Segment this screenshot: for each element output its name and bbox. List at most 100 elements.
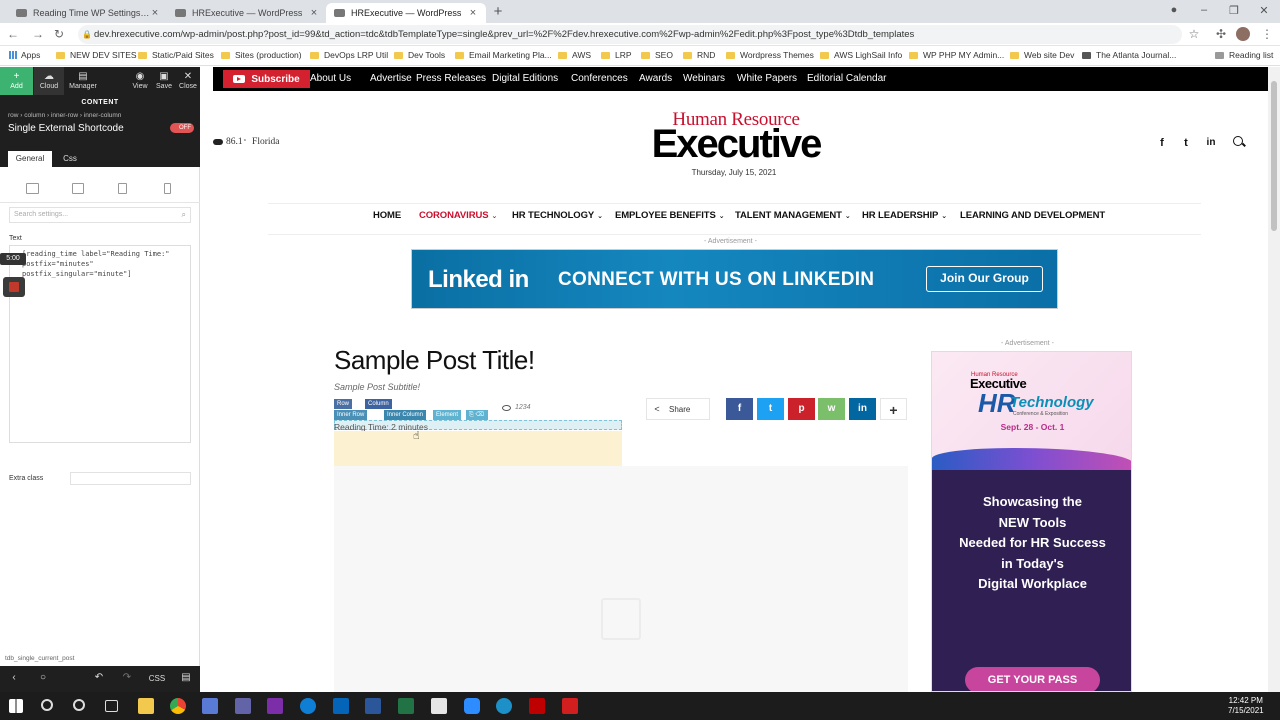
bookmark-item[interactable]: AWS LighSail Info xyxy=(820,50,902,60)
bookmark-item[interactable]: RND xyxy=(683,50,715,60)
maximize-window-button[interactable]: ❐ xyxy=(1224,4,1244,17)
tab-css[interactable]: Css xyxy=(60,151,80,167)
task-view-icon[interactable] xyxy=(105,700,118,712)
search-icon[interactable] xyxy=(1233,136,1245,148)
builder-tag-column[interactable]: Column xyxy=(365,399,392,409)
bookmark-apps[interactable]: Apps xyxy=(9,50,40,60)
bookmark-item[interactable]: Sites (production) xyxy=(221,50,302,60)
back-arrow-icon[interactable]: ← xyxy=(6,27,20,41)
post-subtitle[interactable]: Sample Post Subtitle! xyxy=(334,382,420,392)
profile-menu-icon[interactable]: ● xyxy=(1164,4,1184,16)
bookmark-item[interactable]: WP PHP MY Admin... xyxy=(909,50,1004,60)
browser-tab-reading-time[interactable]: Reading Time WP Settings › HRE × xyxy=(8,3,168,23)
minimize-window-button[interactable]: – xyxy=(1194,4,1214,16)
edge-icon[interactable] xyxy=(300,698,316,714)
menu-hr-leadership[interactable]: HR LEADERSHIP ⌄ xyxy=(862,210,947,221)
linkedin-icon[interactable]: in xyxy=(1203,137,1219,148)
top-link-awards[interactable]: Awards xyxy=(639,73,672,84)
phone-icon[interactable] xyxy=(164,183,171,194)
circle-icon[interactable]: ○ xyxy=(35,672,51,683)
share-linkedin-icon[interactable]: in xyxy=(849,398,876,420)
share-pinterest-icon[interactable]: p xyxy=(788,398,815,420)
menu-hr-technology[interactable]: HR TECHNOLOGY ⌄ xyxy=(512,210,603,221)
builder-tag-row[interactable]: Row xyxy=(334,399,353,409)
new-tab-button[interactable]: + xyxy=(490,3,506,20)
close-tab-icon[interactable]: × xyxy=(468,7,478,19)
bookmark-item[interactable]: The Atlanta Journal... xyxy=(1082,50,1176,60)
reload-icon[interactable]: ↻ xyxy=(52,27,66,41)
top-link-advertise[interactable]: Advertise xyxy=(370,73,412,84)
close-tab-icon[interactable]: × xyxy=(150,7,160,19)
reading-list[interactable]: Reading list xyxy=(1215,50,1273,60)
windows-start-icon[interactable] xyxy=(9,699,23,713)
bookmark-item[interactable]: Web site Dev xyxy=(1010,50,1074,60)
undo-icon[interactable]: ↶ xyxy=(91,672,107,683)
app-icon[interactable] xyxy=(202,698,218,714)
teams-icon[interactable] xyxy=(235,698,251,714)
top-link-conferences[interactable]: Conferences xyxy=(571,73,628,84)
top-link-about[interactable]: About Us xyxy=(310,73,351,84)
menu-learning-development[interactable]: LEARNING AND DEVELOPMENT xyxy=(960,210,1105,221)
word-icon[interactable] xyxy=(365,698,381,714)
element-breadcrumb[interactable]: row › column › inner-row › inner-column xyxy=(8,112,121,119)
top-link-white-papers[interactable]: White Papers xyxy=(737,73,797,84)
cortana-icon[interactable] xyxy=(73,699,85,711)
bookmark-item[interactable]: Dev Tools xyxy=(394,50,445,60)
browser-tab-hrexecutive-1[interactable]: HRExecutive — WordPress × xyxy=(167,3,327,23)
menu-employee-benefits[interactable]: EMPLOYEE BENEFITS ⌄ xyxy=(615,210,725,221)
shortcode-textarea[interactable]: [reading_time label="Reading Time:" post… xyxy=(9,245,191,443)
builder-tag-inner-row[interactable]: Inner Row xyxy=(334,410,368,420)
chevron-left-icon[interactable]: ‹ xyxy=(6,672,22,683)
top-link-digital-editions[interactable]: Digital Editions xyxy=(492,73,558,84)
builder-tag-element[interactable]: Element xyxy=(433,410,462,420)
hr-technology-sidebar-ad[interactable]: Human Resource Executive HR Technology C… xyxy=(931,351,1132,692)
top-link-editorial-calendar[interactable]: Editorial Calendar xyxy=(807,73,887,84)
share-label-button[interactable]: < Share xyxy=(646,398,710,420)
chrome-icon[interactable] xyxy=(170,698,186,714)
facebook-icon[interactable]: f xyxy=(1155,137,1169,149)
bookmark-item[interactable]: Email Marketing Pla... xyxy=(455,50,552,60)
close-button[interactable]: ✕ Close xyxy=(173,71,203,90)
cloud-library-button[interactable]: ☁ Cloud xyxy=(34,67,64,95)
tab-general[interactable]: General xyxy=(8,151,52,167)
scrollbar-thumb[interactable] xyxy=(1271,81,1277,231)
share-twitter-icon[interactable]: t xyxy=(757,398,784,420)
menu-talent-management[interactable]: TALENT MANAGEMENT ⌄ xyxy=(735,210,851,221)
bookmark-star-icon[interactable]: ☆ xyxy=(1187,27,1201,41)
onenote-icon[interactable] xyxy=(267,698,283,714)
search-icon[interactable] xyxy=(41,699,53,711)
menu-coronavirus[interactable]: CORONAVIRUS ⌄ xyxy=(419,210,497,221)
subscribe-button[interactable]: Subscribe xyxy=(223,70,310,88)
app-icon[interactable] xyxy=(496,698,512,714)
outlook-icon[interactable] xyxy=(333,698,349,714)
twitter-icon[interactable]: t xyxy=(1179,137,1193,149)
excel-icon[interactable] xyxy=(398,698,414,714)
site-logo[interactable]: Executive xyxy=(641,124,831,164)
extra-class-input[interactable] xyxy=(70,472,191,485)
bookmark-item[interactable]: SEO xyxy=(641,50,673,60)
acrobat-icon[interactable] xyxy=(562,698,578,714)
linkedin-banner-ad[interactable]: Linked in CONNECT WITH US ON LINKEDIN Jo… xyxy=(411,249,1058,309)
bookmark-item[interactable]: AWS xyxy=(558,50,591,60)
page-scrollbar[interactable] xyxy=(1268,67,1280,692)
element-toggle[interactable]: OFF xyxy=(170,123,194,133)
close-window-button[interactable]: ✕ xyxy=(1254,4,1274,17)
bookmark-item[interactable]: DevOps LRP Util xyxy=(310,50,388,60)
share-whatsapp-icon[interactable]: w xyxy=(818,398,845,420)
bookmark-item[interactable]: NEW DEV SITES xyxy=(56,50,137,60)
bookmark-item[interactable]: Wordpress Themes xyxy=(726,50,814,60)
layers-icon[interactable]: ▤ xyxy=(178,672,194,683)
menu-home[interactable]: HOME xyxy=(373,210,401,221)
close-tab-icon[interactable]: × xyxy=(309,7,319,19)
top-link-webinars[interactable]: Webinars xyxy=(683,73,725,84)
file-explorer-icon[interactable] xyxy=(138,698,154,714)
get-your-pass-button[interactable]: GET YOUR PASS xyxy=(965,667,1100,691)
redo-icon[interactable]: ↷ xyxy=(119,672,135,683)
top-link-press[interactable]: Press Releases xyxy=(416,73,486,84)
stop-recording-button[interactable] xyxy=(3,277,25,297)
browser-menu-icon[interactable]: ⋮ xyxy=(1260,27,1274,41)
post-title[interactable]: Sample Post Title! xyxy=(334,345,535,376)
manager-button[interactable]: ▤ Manager xyxy=(68,71,98,90)
builder-tag-inner-column[interactable]: Inner Column xyxy=(384,410,427,420)
tablet-landscape-icon[interactable] xyxy=(72,183,84,194)
